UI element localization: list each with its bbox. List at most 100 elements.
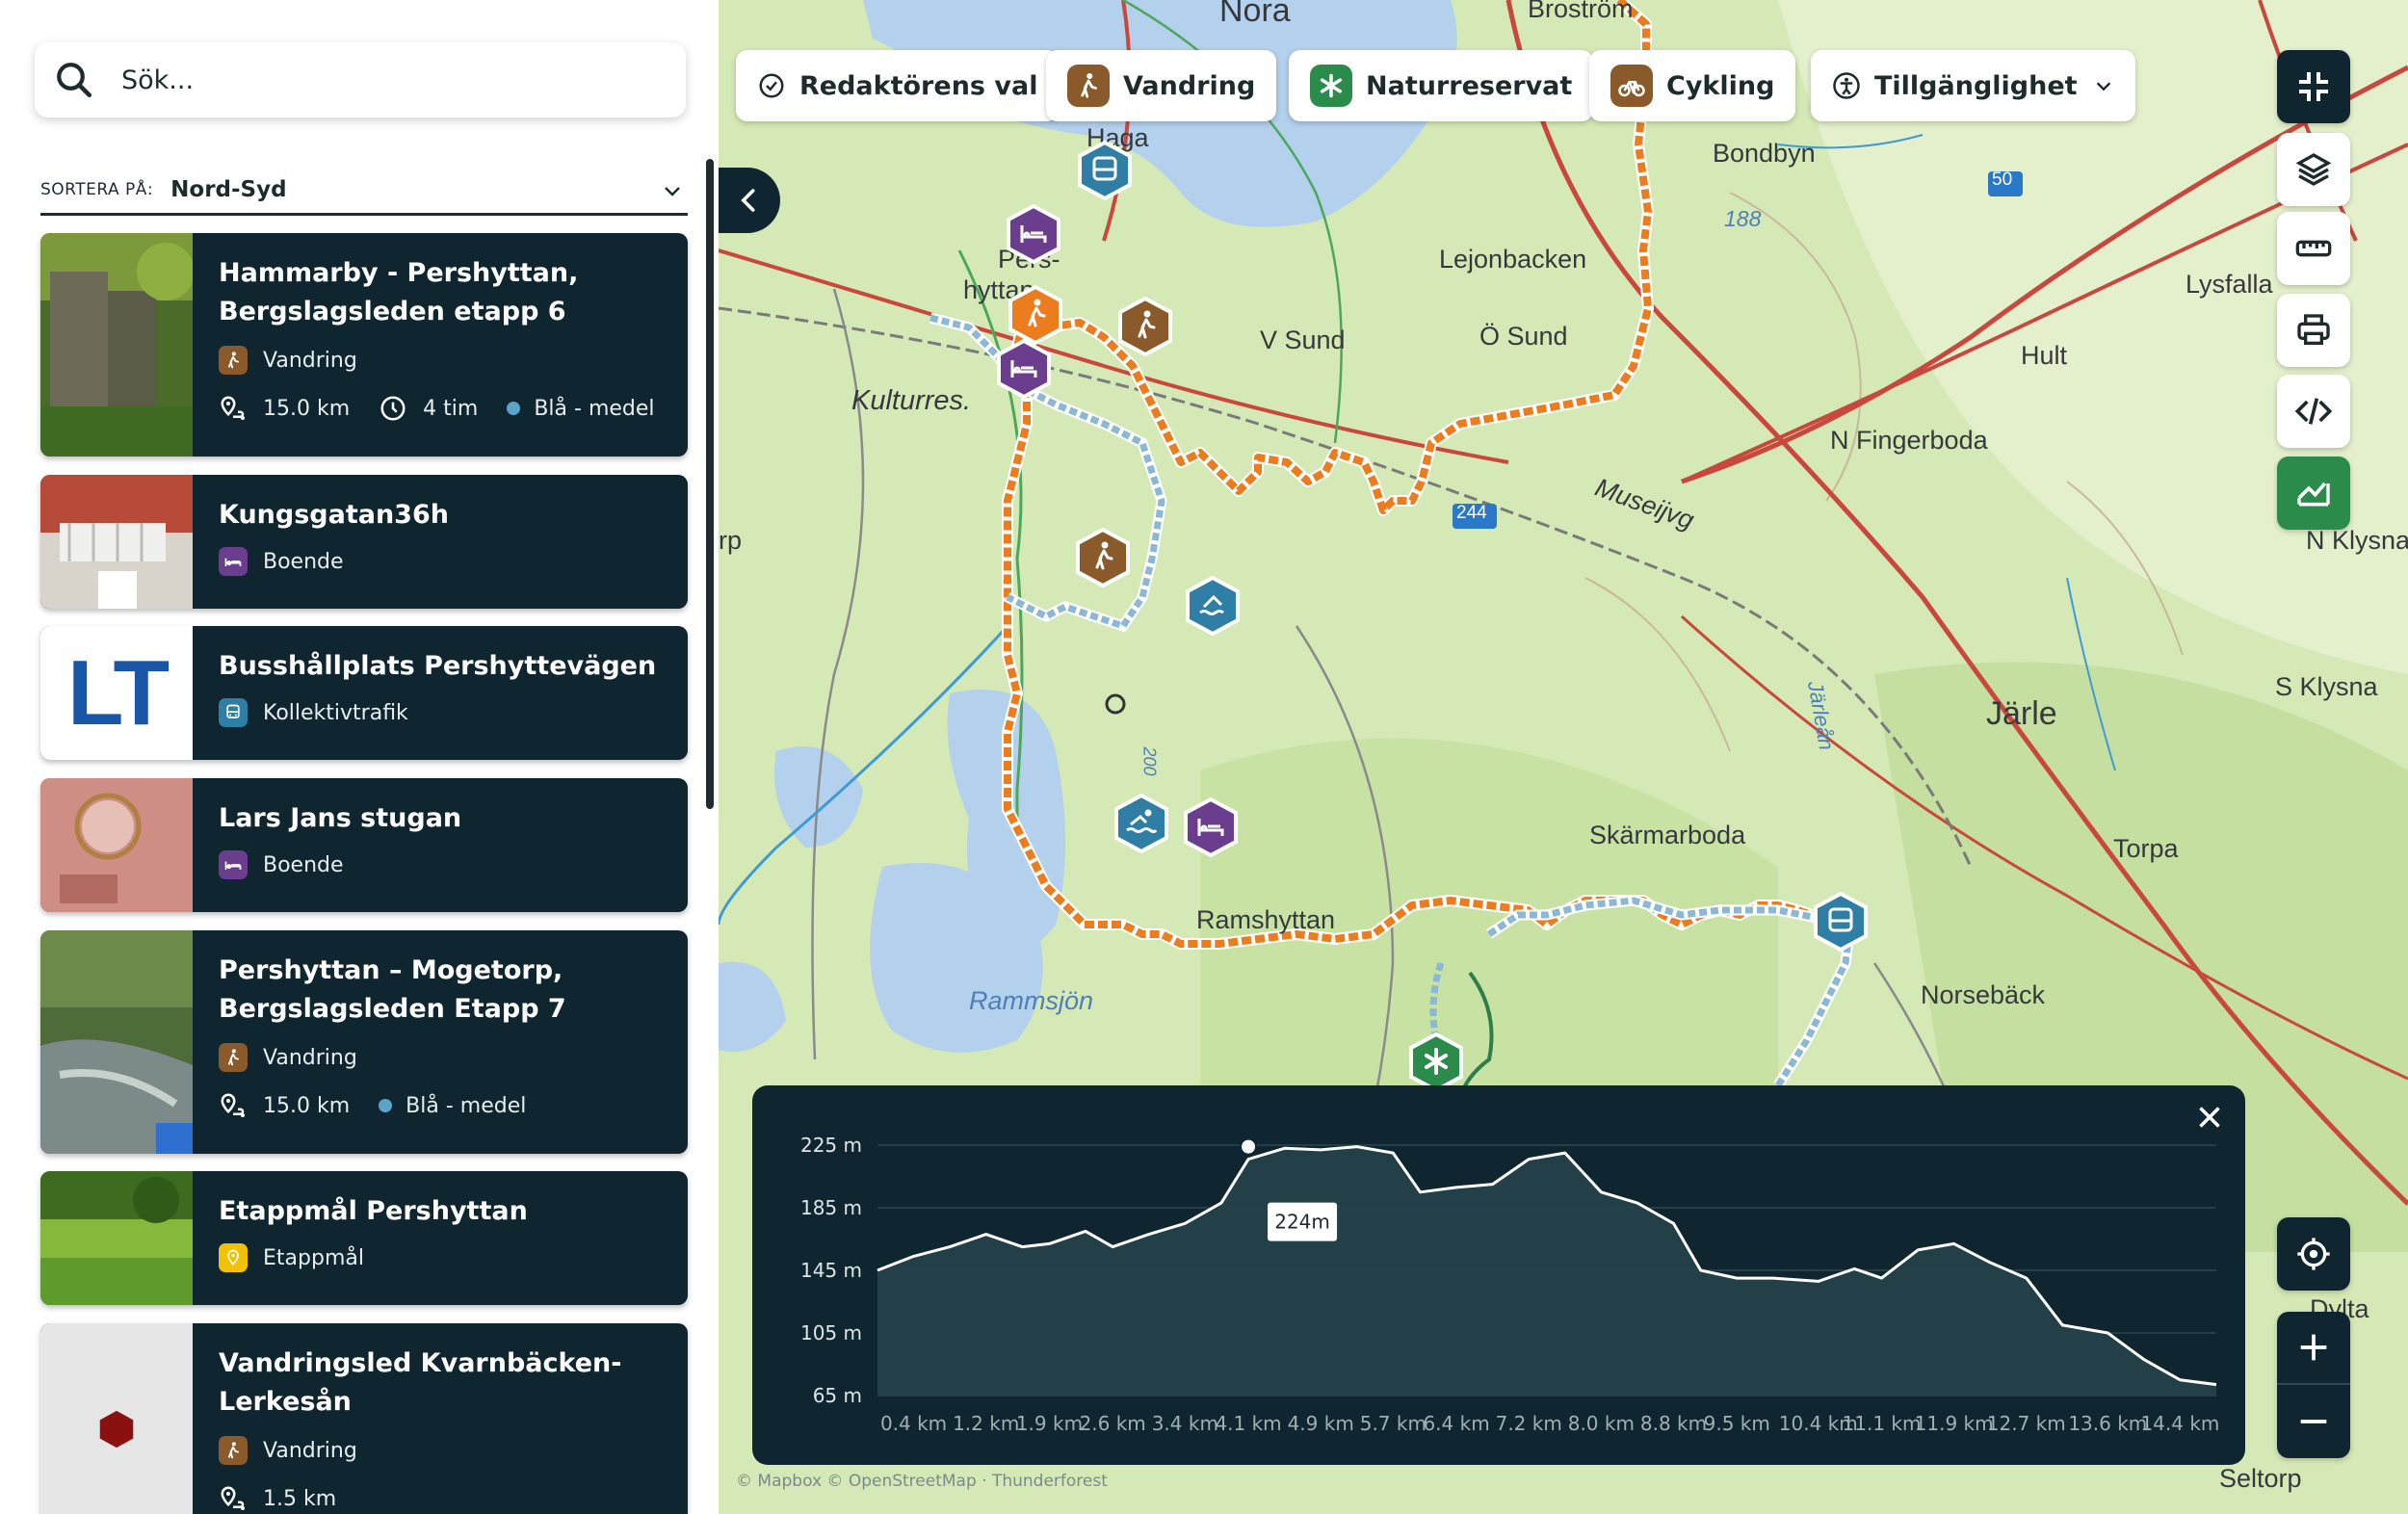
map-attribution: © Mapbox © OpenStreetMap · Thunderforest [736,1472,1108,1491]
x-tick-label: 1.9 km [1016,1412,1083,1435]
bus-stop-marker-icon[interactable] [1813,892,1869,953]
hiking-marker-icon[interactable] [1117,297,1173,358]
map-label-torpa: Torpa [2113,834,2179,863]
lodging-marker-icon[interactable] [996,339,1052,401]
hiking-icon [219,346,248,375]
check-circle-icon [759,73,784,98]
map-label-o-sund: Ö Sund [1479,322,1568,351]
filter-chip-accessibility[interactable]: Tillgänglighet [1811,50,2135,121]
x-tick-label: 8.0 km [1568,1412,1635,1435]
fullscreen-exit-button[interactable] [2277,50,2350,123]
lodging-marker-icon[interactable] [1006,204,1061,266]
sort-select[interactable]: SORTERA PÅ: Nord-Syd [40,166,688,216]
list-item[interactable]: Etappmål Pershyttan Etappmål [40,1171,688,1305]
card-thumbnail: LT [40,626,193,760]
embed-code-button[interactable] [2277,375,2350,448]
chip-label: Redaktörens val [799,70,1038,101]
list-item[interactable]: Hammarby - Pershyttan, Bergslagsleden et… [40,233,688,457]
x-tick-label: 1.2 km [953,1412,1019,1435]
search-input[interactable] [121,65,661,95]
list-item[interactable]: Lars Jans stugan Boende [40,778,688,912]
sidebar-scrollbar[interactable] [706,159,714,809]
filter-chip-cycling[interactable]: Cykling [1589,50,1796,121]
card-distance: 15.0 km [263,396,351,421]
hiking-marker-icon[interactable] [1008,285,1063,347]
chevron-left-icon [741,189,755,212]
elevation-chart[interactable]: 225 m 185 m 145 m 105 m 65 m 0.4 km 1.2 km1.9 … [752,1085,2245,1465]
filter-chip-nature-reserve[interactable]: Naturreservat [1289,50,1594,121]
bus-stop-marker-icon[interactable] [1077,141,1133,202]
distance-icon [221,396,245,420]
lodging-marker-icon[interactable] [1183,797,1239,859]
card-category: Boende [263,852,344,877]
card-thumbnail [40,1323,193,1514]
card-category: Vandring [263,1438,357,1463]
bicycle-icon [1610,65,1653,107]
distance-icon [221,1093,245,1117]
y-tick-label: 185 m [800,1196,862,1219]
sort-value: Nord-Syd [170,176,287,202]
search-box[interactable] [35,42,686,117]
map-label-n-klysna: N Klysna [2306,526,2408,555]
card-category: Vandring [263,348,357,373]
elevation-marker [1240,1137,1258,1156]
map-label-rp: rp [719,526,743,555]
x-tick-label: 0.4 km [880,1412,947,1435]
bed-icon [219,850,248,879]
print-button[interactable] [2277,294,2350,367]
card-category: Etappmål [263,1245,364,1270]
map-label-elevation-188: 188 [1724,206,1762,231]
chevron-down-icon [665,187,680,196]
filter-chip-hiking[interactable]: Vandring [1046,50,1277,121]
map-label-s-klysna: S Klysna [2275,672,2378,701]
card-distance: 1.5 km [263,1486,337,1511]
list-item[interactable]: Pershyttan – Mogetorp, Bergslagsleden Et… [40,930,688,1154]
close-icon[interactable] [2191,1099,2228,1136]
card-duration: 4 tim [423,396,479,421]
y-tick-label: 105 m [800,1321,862,1344]
filter-chip-editors-choice[interactable]: Redaktörens val [736,50,1060,121]
chip-label: Tillgänglighet [1874,70,2078,101]
nature-reserve-icon [1310,65,1352,107]
map-label-rammsjon: Rammsjön [969,986,1094,1015]
map-label-elevation-200: 200 [1139,746,1160,776]
measure-button[interactable] [2277,212,2350,285]
sidebar: SORTERA PÅ: Nord-Syd Hammarby - Pershytt… [0,0,719,1514]
difficulty-dot [379,1099,393,1112]
clock-icon [380,396,406,421]
card-thumbnail [40,233,193,457]
zoom-out-button[interactable] [2277,1385,2350,1458]
hiking-marker-icon[interactable] [1075,528,1131,589]
list-item[interactable]: LT Busshållplats Pershyttevägen Kollekti… [40,626,688,760]
sort-label: SORTERA PÅ: [40,179,154,199]
minus-icon [2300,1420,2327,1423]
code-icon [2294,398,2333,425]
placeholder-hexagon-icon [99,1410,134,1449]
zoom-controls [2277,1312,2350,1458]
locate-me-button[interactable] [2277,1217,2350,1291]
x-tick-label: 13.6 km [2068,1412,2147,1435]
swimming-marker-icon[interactable] [1113,794,1169,855]
x-tick-label: 8.8 km [1640,1412,1707,1435]
card-thumbnail [40,1171,193,1305]
card-distance: 15.0 km [263,1093,351,1118]
elevation-icon [2297,482,2330,507]
card-difficulty: Blå - medel [534,396,655,421]
map-label-v-sund: V Sund [1260,326,1346,354]
goal-marker-icon [219,1243,248,1272]
x-tick-label: 9.5 km [1704,1412,1770,1435]
zoom-in-button[interactable] [2277,1312,2350,1385]
x-tick-label: 14.4 km [2140,1412,2219,1435]
elevation-area [877,1146,2216,1396]
map-label-seltorp: Seltorp [2219,1464,2302,1493]
ruler-icon [2295,240,2332,257]
elevation-profile-button[interactable] [2277,457,2350,530]
list-item[interactable]: Vandringsled Kvarnbäcken-Lerkesån Vandri… [40,1323,688,1514]
list-item[interactable]: Kungsgatan36h Boende [40,475,688,609]
map-label-jarle: Järle [1986,695,2057,732]
swimming-area-marker-icon[interactable] [1185,576,1241,638]
layers-button[interactable] [2277,133,2350,206]
map-label-road-244: 244 [1456,503,1487,523]
card-title: Pershyttan – Mogetorp, Bergslagsleden Et… [219,955,566,1024]
map[interactable]: Nora Broström Haga Bondbyn Lejonbacken 1… [719,0,2408,1514]
